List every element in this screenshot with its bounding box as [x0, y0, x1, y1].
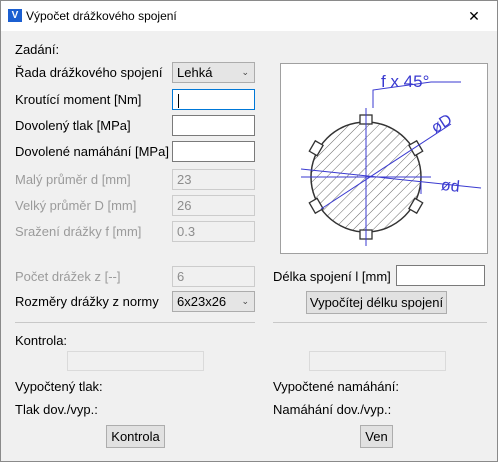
tlak-result-label: Vypočtený tlak:	[15, 379, 103, 394]
d-label: Malý průměr d [mm]	[15, 172, 131, 187]
D-label: øD	[428, 111, 455, 137]
tlak-label: Dovolený tlak [MPa]	[15, 118, 131, 133]
rada-label: Řada drážkového spojení	[15, 65, 163, 80]
kontrola-result-right	[309, 351, 446, 371]
tlak-dov-label: Tlak dov./vyp.:	[15, 402, 98, 417]
kontrola-result-left	[67, 351, 204, 371]
rozmery-select[interactable]: 6x23x26 ⌄	[172, 291, 255, 312]
section-zadani: Zadání:	[15, 42, 60, 57]
delka-input[interactable]	[396, 265, 485, 286]
chevron-down-icon: ⌄	[241, 296, 249, 306]
title-bar: V Výpočet drážkového spojení ✕	[1, 1, 497, 31]
d-input: 23	[172, 169, 255, 190]
z-input: 6	[172, 266, 255, 287]
rozmery-select-value: 6x23x26	[177, 294, 227, 309]
z-label: Počet drážek z [--]	[15, 269, 121, 284]
namahani-input[interactable]	[172, 141, 255, 162]
separator-right	[273, 322, 487, 323]
namahani-label: Dovolené namáhání [MPa]	[15, 144, 169, 159]
rada-select-value: Lehká	[177, 65, 213, 80]
rada-select[interactable]: Lehká ⌄	[172, 62, 255, 83]
app-window: V Výpočet drážkového spojení ✕ Zadání: Ř…	[0, 0, 498, 462]
spline-drawing: f x 45° øD ød	[300, 72, 482, 246]
namahani-dov-label: Namáhání dov./vyp.:	[273, 402, 392, 417]
chevron-down-icon: ⌄	[241, 67, 249, 77]
d-label: ød	[440, 177, 460, 196]
spline-diagram: f x 45° øD ød	[280, 63, 488, 254]
f-input: 0.3	[172, 221, 255, 242]
D-input: 26	[172, 195, 255, 216]
window-title: Výpočet drážkového spojení	[26, 9, 177, 23]
section-kontrola: Kontrola:	[15, 333, 68, 348]
f-label: Sražení drážky f [mm]	[15, 224, 142, 239]
namahani-result-label: Vypočtené namáhání:	[273, 379, 399, 394]
kontrola-button[interactable]: Kontrola	[106, 425, 165, 448]
tlak-input[interactable]	[172, 115, 255, 136]
moment-label: Kroutící moment [Nm]	[15, 92, 142, 107]
rozmery-label: Rozměry drážky z normy	[15, 294, 159, 309]
D-label: Velký průměr D [mm]	[15, 198, 137, 213]
f-label: f x 45°	[381, 72, 429, 91]
text-caret	[178, 93, 179, 108]
separator-left	[15, 322, 255, 323]
moment-input[interactable]	[172, 89, 255, 110]
ven-button[interactable]: Ven	[360, 425, 393, 448]
app-icon: V	[8, 9, 22, 22]
delka-label: Délka spojení l [mm]	[273, 269, 391, 284]
close-button[interactable]: ✕	[459, 5, 489, 27]
vypocet-button[interactable]: Vypočítej délku spojení	[306, 291, 447, 314]
